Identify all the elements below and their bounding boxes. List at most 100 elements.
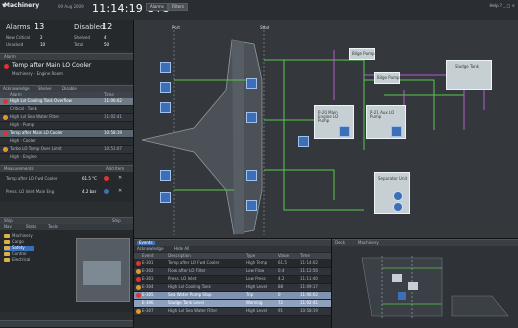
hide-all-button[interactable]: Hide All	[174, 247, 189, 251]
valve-icon[interactable]	[246, 200, 257, 211]
tab-filters[interactable]: Filters	[168, 3, 188, 11]
bilge-pump-2[interactable]: Bilge Pump	[374, 72, 400, 84]
tab-alarms[interactable]: Alarms	[146, 3, 168, 11]
preview-thumbnail[interactable]	[76, 238, 130, 302]
valve-icon[interactable]	[246, 112, 257, 123]
event-desc: Sea Water Pump Stop	[168, 292, 212, 297]
alarms-label: Alarms	[6, 23, 31, 31]
table-row-selected[interactable]: E-305 Sea Water Pump Stop Trip 0 11:06:0…	[134, 292, 331, 300]
column-header[interactable]: Time	[300, 254, 310, 258]
event-value: 88	[278, 284, 284, 289]
disabled-label: Disabled	[74, 23, 105, 31]
events-panel: Events Acknowledge Hide All Event Descri…	[134, 238, 331, 328]
list-item[interactable]: High Lvl Cooling Tank Overflow 11:06:02	[0, 98, 133, 106]
close-icon[interactable]: ✕	[118, 175, 122, 181]
tab-events[interactable]: Events	[137, 241, 155, 245]
table-row[interactable]: E-301 Temp after LO Fwd Cooler High Temp…	[134, 260, 331, 268]
alarm-summary: Alarms 13 Disabled 12 New Critical 2 She…	[0, 20, 133, 52]
mini-map-canvas	[332, 246, 518, 328]
events-columns: Event Description Type Value Time	[134, 253, 331, 259]
event-time: 10:58:19	[300, 308, 318, 313]
summary-value: 4	[104, 35, 107, 40]
table-row[interactable]: E-302 Flow after LO Filter Low Flow 0.4 …	[134, 268, 331, 276]
valve-icon[interactable]	[393, 202, 403, 212]
add-item-button[interactable]: Add Item	[106, 167, 124, 171]
valve-icon[interactable]	[160, 62, 171, 73]
table-row[interactable]: E-304 High Lvl Cooling Tank High Level 8…	[134, 284, 331, 292]
pump-status-icon[interactable]	[339, 126, 350, 137]
acknowledge-button[interactable]: Acknowledge	[3, 87, 30, 91]
event-time: 11:12:56	[300, 268, 318, 273]
list-item[interactable]: High Lvl Sea Water Filter 11:02:41	[0, 114, 133, 122]
folder-label: Cargo	[12, 239, 24, 244]
valve-icon[interactable]	[160, 192, 171, 203]
event-id: E-307	[142, 308, 154, 313]
valve-icon[interactable]	[160, 170, 171, 181]
valve-icon[interactable]	[246, 170, 257, 181]
folder-label: Safety	[12, 245, 25, 250]
valve-icon[interactable]	[160, 102, 171, 113]
bilge-pump-1[interactable]: Bilge Pump	[349, 48, 375, 60]
valve-icon[interactable]	[298, 136, 309, 147]
table-row[interactable]: E-307 High Lvl Sea Water Filter High Lev…	[134, 308, 331, 316]
list-item[interactable]: Turbo LO Temp Over Limit 10:51:07	[0, 146, 133, 154]
sludge-tank[interactable]: Sludge Tank	[446, 60, 492, 90]
tab-stats[interactable]: Stats	[26, 225, 36, 229]
column-header[interactable]: Event	[142, 254, 153, 258]
measurement-value: 4.2 bar	[82, 189, 97, 194]
mini-map-panel: Deck Machinery	[331, 238, 518, 328]
alarm-detail-header-label: Alarm	[4, 54, 16, 59]
valve-icon[interactable]	[246, 78, 257, 89]
table-row[interactable]: E-303 Press. LO Inlet Low Press 4.2 11:1…	[134, 276, 331, 284]
acknowledge-button[interactable]: Acknowledge	[137, 247, 164, 251]
separator-unit[interactable]: Separator Unit	[374, 172, 410, 214]
tab-nav[interactable]: Nav	[4, 225, 12, 229]
column-header[interactable]: Value	[278, 254, 289, 258]
alarm-time: 10:51:07	[104, 146, 122, 151]
column-header[interactable]: Description	[168, 254, 191, 258]
measurement-value: 61.5 °C	[82, 176, 97, 181]
event-id: E-301	[142, 260, 154, 265]
tank-label: Sludge Tank	[455, 64, 480, 69]
tab-deck[interactable]: Deck	[335, 241, 345, 245]
column-header[interactable]: Time	[104, 93, 114, 97]
alarm-critical-icon	[136, 277, 141, 282]
alarm-high-icon	[3, 115, 8, 120]
tab-tools[interactable]: Tools	[48, 225, 58, 229]
column-header[interactable]: Type	[246, 254, 255, 258]
summary-label: New Critical	[6, 35, 30, 40]
alarm-critical-icon	[3, 131, 8, 136]
close-icon[interactable]: ✕	[118, 188, 122, 194]
event-id: E-305	[142, 292, 154, 297]
table-row-selected[interactable]: E-306 Sludge Tank Level Warning 72 11:02…	[134, 300, 331, 308]
event-id: E-306	[142, 300, 154, 305]
measurement-label: Temp after LO Fwd Cooler	[6, 176, 58, 181]
alarm-name: Temp after Main LO Cooler	[10, 130, 63, 135]
list-item[interactable]: Temp after Main LO Cooler 10:58:19	[0, 130, 133, 138]
pump-status-icon[interactable]	[391, 126, 402, 137]
disable-button[interactable]: Disable	[62, 87, 77, 91]
event-id: E-303	[142, 276, 154, 281]
alarm-critical-icon	[3, 99, 8, 104]
alarm-high-icon	[136, 309, 141, 314]
alarm-time: 10:58:19	[104, 130, 122, 135]
alarm-sub: High · Cooler	[10, 138, 36, 143]
alarm-time: 11:02:41	[104, 114, 122, 119]
shelve-button[interactable]: Shelve	[38, 87, 51, 91]
event-type: High Level	[246, 284, 268, 289]
event-time: 11:06:02	[300, 292, 318, 297]
alarm-detail: Temp after Main LO Cooler Machinery · En…	[0, 60, 133, 84]
event-desc: High Lvl Cooling Tank	[168, 284, 211, 289]
valve-icon[interactable]	[160, 82, 171, 93]
folder-icon	[4, 258, 10, 262]
main-lo-pump[interactable]: P-20 Main Engine LO Pump	[314, 105, 354, 139]
window-controls[interactable]: Help ? _ □ ×	[490, 3, 515, 8]
column-header[interactable]: Alarm	[10, 93, 22, 97]
alarm-critical-icon	[136, 293, 141, 298]
tab-machinery[interactable]: Machinery	[358, 241, 379, 245]
summary-value: 50	[104, 42, 110, 47]
summary-label: Shelved	[74, 35, 91, 40]
aux-lo-pump[interactable]: P-21 Aux LO Pump	[366, 105, 406, 139]
valve-icon[interactable]	[393, 191, 403, 201]
machinery-diagram: Port Stbd Sludge Tank P-20 Main Engine L…	[134, 20, 518, 238]
